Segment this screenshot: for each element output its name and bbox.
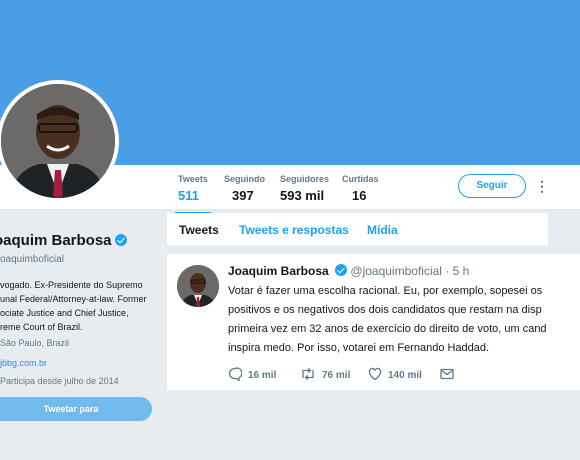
profile-location: São Paulo, Brazil xyxy=(0,338,70,348)
envelope-icon xyxy=(440,368,454,380)
like-action[interactable]: 140 mil xyxy=(368,367,422,381)
tab-tweets[interactable]: Tweets xyxy=(179,223,219,237)
tweet-author[interactable]: Joaquim Barbosa xyxy=(228,264,329,278)
retweet-icon xyxy=(302,367,314,381)
bio-line: reme Court of Brazil. xyxy=(0,322,83,332)
tweet-header: Joaquim Barbosa @joaquimboficial · 5 h xyxy=(228,264,469,278)
reply-count: 16 mil xyxy=(248,370,277,381)
profile-name-text: oaquim Barbosa xyxy=(0,232,112,249)
direct-message-action[interactable] xyxy=(440,367,460,381)
profile-joined: Participa desde julho de 2014 xyxy=(0,376,119,386)
stat-value: 593 mil xyxy=(280,188,325,203)
stat-label: Seguidores xyxy=(280,174,330,184)
stat-tweets[interactable]: Tweets 511 xyxy=(175,174,211,215)
tweet-time[interactable]: · 5 h xyxy=(445,264,469,278)
tweet-text: Votar é fazer uma escolha racional. Eu, … xyxy=(228,282,580,358)
profile-name: oaquim Barbosa xyxy=(0,232,127,249)
tab-media[interactable]: Mídia xyxy=(367,223,398,237)
tweet-to-button[interactable]: Tweetar para xyxy=(0,397,152,421)
bio-line: ociate Justice and Chief Justice, xyxy=(0,308,129,318)
reply-icon xyxy=(228,367,243,382)
verified-badge-icon xyxy=(335,264,348,276)
stat-following[interactable]: Seguindo 397 xyxy=(224,174,265,203)
like-count: 140 mil xyxy=(388,370,422,381)
avatar-photo xyxy=(1,84,115,198)
tweet-text-line: primeira vez em 32 anos de exercício do … xyxy=(228,323,547,335)
heart-icon xyxy=(368,367,382,381)
tab-tweets-and-replies[interactable]: Tweets e respostas xyxy=(239,223,349,237)
bio-line: unal Federal/Attorney-at-law. Former xyxy=(0,294,147,304)
retweet-count: 76 mil xyxy=(322,370,351,381)
profile-website-link[interactable]: jbbg.com.br xyxy=(0,358,47,368)
profile-avatar[interactable] xyxy=(0,80,119,202)
profile-handle[interactable]: oaquimboficial xyxy=(0,254,64,265)
tweet-text-line: positivos e os negativos dos dois candid… xyxy=(228,304,542,316)
tweet-avatar-photo xyxy=(177,265,219,307)
stat-likes[interactable]: Curtidas 16 xyxy=(342,174,379,203)
stat-label: Curtidas xyxy=(342,174,379,184)
reply-action[interactable]: 16 mil xyxy=(228,367,277,382)
more-options-icon[interactable]: ⋮ xyxy=(535,176,549,196)
tweet-avatar[interactable] xyxy=(177,265,219,307)
stat-followers[interactable]: Seguidores 593 mil xyxy=(280,174,329,203)
tweet-handle[interactable]: @joaquimboficial xyxy=(350,264,442,278)
verified-badge-icon xyxy=(114,234,127,246)
tweet-text-line: Votar é fazer uma escolha racional. Eu, … xyxy=(228,285,543,297)
stat-label: Tweets xyxy=(178,174,208,184)
bio-line: vogado. Ex-Presidente do Supremo xyxy=(0,280,143,290)
tweet-card[interactable]: Joaquim Barbosa @joaquimboficial · 5 h V… xyxy=(167,254,580,390)
stat-label: Seguindo xyxy=(224,174,265,184)
stat-value: 511 xyxy=(178,188,199,203)
timeline-tabs: Tweets Tweets e respostas Mídia xyxy=(167,213,548,245)
stat-value: 397 xyxy=(232,188,254,203)
profile-bio: vogado. Ex-Presidente do Supremo unal Fe… xyxy=(0,278,160,334)
tweet-text-line: inspira medo. Por isso, votarei em Ferna… xyxy=(228,342,490,354)
stat-value: 16 xyxy=(352,188,367,203)
retweet-action[interactable]: 76 mil xyxy=(300,367,350,381)
follow-button[interactable]: Seguir xyxy=(458,174,526,198)
